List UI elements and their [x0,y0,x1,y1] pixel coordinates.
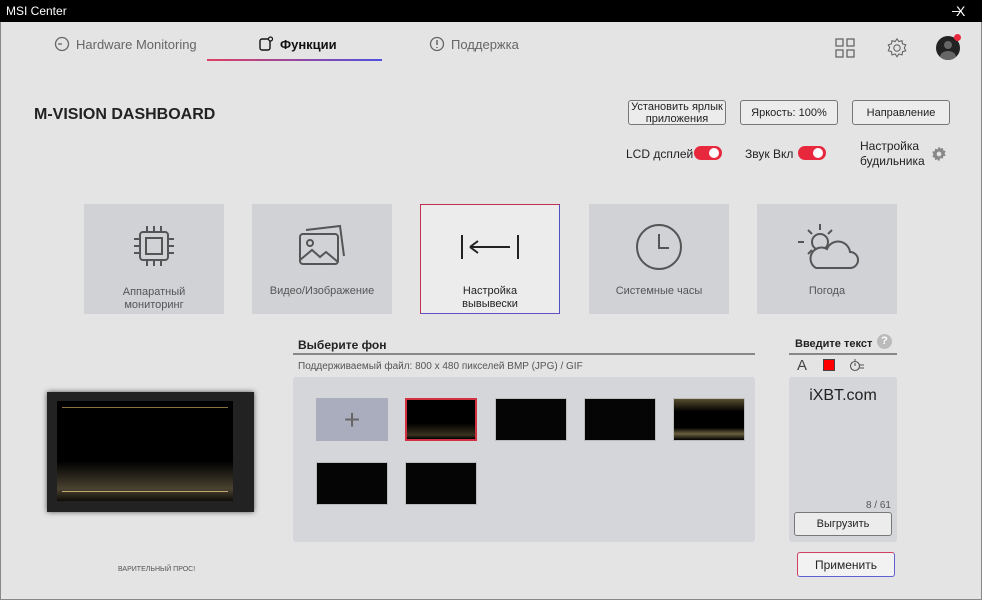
add-background-button[interactable]: + [316,398,388,441]
text-input[interactable]: iXBT.com [789,387,897,405]
tab-hardware-monitoring[interactable]: Hardware Monitoring [54,36,197,52]
mode-label: Видео/Изображение [269,285,375,297]
lcd-display-label: LCD дсплей [626,147,694,161]
preview-frame [47,392,254,512]
active-tab-underline [207,59,382,61]
upload-button[interactable]: Выгрузить [794,512,892,536]
sound-toggle[interactable] [798,146,826,160]
speed-settings-icon[interactable] [849,358,865,372]
alarm-settings-label: Настройка будильника [860,139,925,168]
divider [789,353,897,355]
alarm-gear-icon[interactable] [931,146,947,162]
grid-apps-icon[interactable] [835,38,855,58]
preview-image [57,401,233,501]
mode-label: Системные часы [615,285,703,297]
sound-label: Звук Вкл [745,147,794,161]
tab-label: Функции [280,36,337,52]
brightness-button[interactable]: Яркость: 100% [740,100,838,125]
gauge-icon [54,36,70,52]
notification-dot [954,34,961,41]
tab-features[interactable]: Функции [258,36,337,52]
window-title: MSI Center [6,4,67,18]
background-thumbnail[interactable] [673,398,745,441]
mode-hardware-monitoring[interactable]: Аппаратный мониторинг [84,204,224,314]
arrow-left-icon [461,235,519,259]
text-color-swatch[interactable] [823,359,835,371]
mode-label: Аппаратный мониторинг [122,286,186,311]
page-title: M-VISION DASHBOARD [34,106,216,123]
mode-system-clock[interactable]: Системные часы [589,204,729,314]
divider [293,353,755,355]
mode-video-image[interactable]: Видео/Изображение [252,204,392,314]
background-thumbnail[interactable] [405,462,477,505]
tab-support[interactable]: Поддержка [429,36,519,52]
mode-weather[interactable]: Погода [757,204,897,314]
chip-icon [134,226,174,266]
background-hint: Поддерживаемый файл: 800 x 480 пикселей … [298,361,583,372]
preview-label: ВАРИТЕЛЬНЫЙ ПРОС! [118,566,196,573]
background-thumbnail[interactable] [316,462,388,505]
clock-icon [636,224,682,270]
background-thumbnail[interactable] [584,398,656,441]
background-gallery: + [293,377,755,542]
background-title: Выберите фон [298,338,387,352]
features-icon [259,36,274,51]
set-shortcut-button[interactable]: Установить ярлык приложения [628,100,726,125]
direction-button[interactable]: Направление [852,100,950,125]
image-icon [299,224,345,265]
font-icon[interactable]: A [797,357,807,374]
background-thumbnail[interactable] [405,398,477,441]
settings-gear-icon[interactable] [886,37,908,59]
mode-signage-settings[interactable]: Настройка вывывески [420,204,560,314]
tab-label: Поддержка [451,36,519,52]
background-thumbnail[interactable] [495,398,567,441]
help-icon[interactable]: ? [877,334,892,349]
tab-label: Hardware Monitoring [76,36,197,52]
lcd-display-toggle[interactable] [694,146,722,160]
mode-label: Погода [808,285,846,297]
title-bar: MSI Center – [0,0,982,22]
text-panel-title: Введите текст [795,338,873,350]
text-panel: iXBT.com 8 / 61 Выгрузить [789,377,897,542]
weather-icon [798,224,859,269]
alert-bubble-icon [429,36,445,52]
apply-button[interactable]: Применить [797,552,895,577]
mode-label: Настройка вывывески [462,285,518,310]
close-button[interactable]: X [956,3,965,19]
char-counter: 8 / 61 [865,500,891,511]
